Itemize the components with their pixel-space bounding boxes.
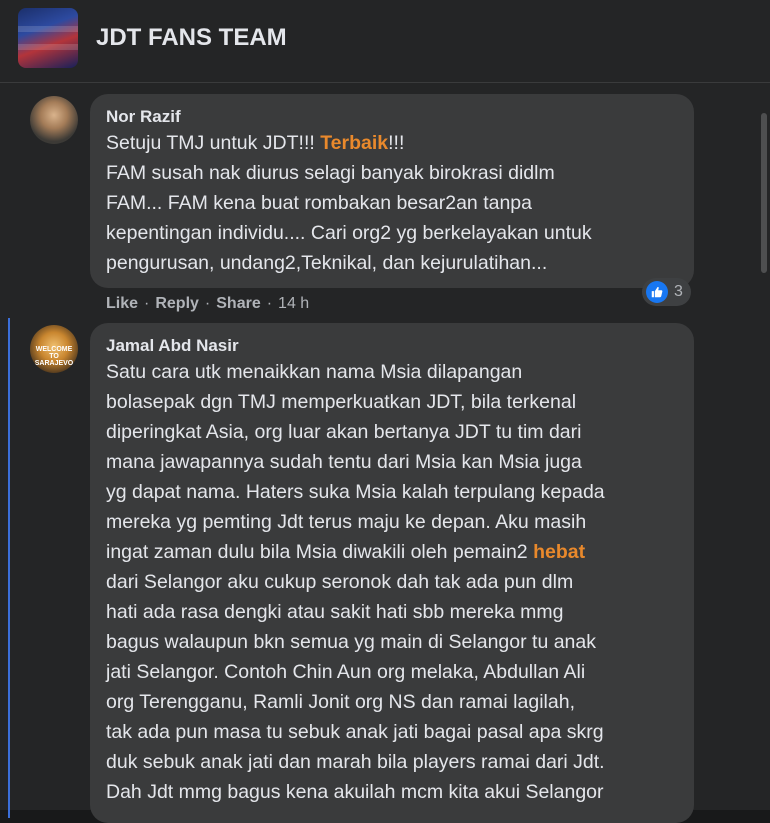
- comment-author[interactable]: Nor Razif: [106, 106, 678, 128]
- comment-line: mana jawapannya sudah tentu dari Msia ka…: [106, 447, 678, 477]
- comment-text-span: diperingkat Asia, org luar akan bertanya…: [106, 421, 582, 443]
- group-header: JDT FANS TEAM: [0, 0, 770, 83]
- like-thumb-icon: [646, 281, 668, 303]
- comment-line: bolasepak dgn TMJ memperkuatkan JDT, bil…: [106, 387, 678, 417]
- comment-timestamp[interactable]: 14 h: [278, 295, 309, 312]
- comment-text-span: !!!: [388, 132, 405, 154]
- avatar[interactable]: WELCOME TO SARAJEVO: [30, 325, 78, 373]
- scrollbar[interactable]: [758, 83, 770, 810]
- comment-bubble: Nor Razif Setuju TMJ untuk JDT!!! Terbai…: [90, 94, 694, 288]
- comment-line: Setuju TMJ untuk JDT!!! Terbaik!!!: [106, 128, 678, 158]
- comment-line: duk sebuk anak jati dan marah bila playe…: [106, 747, 678, 777]
- comment-text-span: hati ada rasa dengki atau sakit hati sbb…: [106, 601, 564, 623]
- comment-text-span: org Terengganu, Ramli Jonit org NS dan r…: [106, 691, 575, 713]
- comment-text-span: Setuju TMJ untuk JDT!!!: [106, 132, 321, 154]
- comment-line: mereka yg pemting Jdt terus maju ke depa…: [106, 507, 678, 537]
- comment-line: Dah Jdt mmg bagus kena akuilah mcm kita …: [106, 777, 678, 807]
- comment-line: yg dapat nama. Haters suka Msia kalah te…: [106, 477, 678, 507]
- comment-line: FAM... FAM kena buat rombakan besar2an t…: [106, 188, 678, 218]
- reply-thread-line: [8, 318, 10, 818]
- group-avatar[interactable]: [18, 8, 78, 68]
- avatar-caption: WELCOME TO SARAJEVO: [34, 346, 74, 367]
- comment-text-span: kepentingan individu.... Cari org2 yg be…: [106, 222, 592, 244]
- comment-line: tak ada pun masa tu sebuk anak jati baga…: [106, 717, 678, 747]
- comment-text-span: mereka yg pemting Jdt terus maju ke depa…: [106, 511, 587, 533]
- comment-text: Satu cara utk menaikkan nama Msia dilapa…: [106, 357, 678, 807]
- comment-bubble: Jamal Abd Nasir Satu cara utk menaikkan …: [90, 323, 694, 823]
- comment-text-span: bagus walaupun bkn semua yg main di Sela…: [106, 631, 596, 653]
- comment-text-span: bolasepak dgn TMJ memperkuatkan JDT, bil…: [106, 391, 577, 413]
- comment-line: org Terengganu, Ramli Jonit org NS dan r…: [106, 687, 678, 717]
- comment-text-span: Satu cara utk menaikkan nama Msia dilapa…: [106, 361, 523, 383]
- share-button[interactable]: Share: [216, 295, 260, 312]
- group-title[interactable]: JDT FANS TEAM: [96, 24, 287, 52]
- scrollbar-thumb[interactable]: [761, 113, 767, 273]
- comment-line: bagus walaupun bkn semua yg main di Sela…: [106, 627, 678, 657]
- comment-text: Setuju TMJ untuk JDT!!! Terbaik!!! FAM su…: [106, 128, 678, 278]
- reaction-count: 3: [674, 283, 683, 300]
- comment-text-span: Dah Jdt mmg bagus kena akuilah mcm kita …: [106, 781, 604, 803]
- comment-text-span: dari Selangor aku cukup seronok dah tak …: [106, 571, 574, 593]
- comment-line: Satu cara utk menaikkan nama Msia dilapa…: [106, 357, 678, 387]
- comment-text-span: duk sebuk anak jati dan marah bila playe…: [106, 751, 605, 773]
- comment-line: diperingkat Asia, org luar akan bertanya…: [106, 417, 678, 447]
- comment-line: dari Selangor aku cukup seronok dah tak …: [106, 567, 678, 597]
- comment-text-span: yg dapat nama. Haters suka Msia kalah te…: [106, 481, 605, 503]
- comment-line: ingat zaman dulu bila Msia diwakili oleh…: [106, 537, 678, 567]
- reply-button[interactable]: Reply: [155, 295, 199, 312]
- comment-author[interactable]: Jamal Abd Nasir: [106, 335, 678, 357]
- comment-line: kepentingan individu.... Cari org2 yg be…: [106, 218, 678, 248]
- highlighted-word[interactable]: hebat: [533, 541, 585, 563]
- comment-text-span: tak ada pun masa tu sebuk anak jati baga…: [106, 721, 604, 743]
- comment-line: hati ada rasa dengki atau sakit hati sbb…: [106, 597, 678, 627]
- comment-line: jati Selangor. Contoh Chin Aun org melak…: [106, 657, 678, 687]
- comment-text-span: jati Selangor. Contoh Chin Aun org melak…: [106, 661, 586, 683]
- avatar[interactable]: [30, 96, 78, 144]
- comment-actions: Like · Reply · Share · 14 h: [106, 295, 310, 312]
- comment-text-span: mana jawapannya sudah tentu dari Msia ka…: [106, 451, 582, 473]
- comment-line: FAM susah nak diurus selagi banyak birok…: [106, 158, 678, 188]
- comment-line: pengurusan, undang2,Teknikal, dan kejuru…: [106, 248, 678, 278]
- reaction-summary[interactable]: 3: [642, 278, 691, 306]
- comment-text-span: ingat zaman dulu bila Msia diwakili oleh…: [106, 541, 534, 563]
- comment-text-span: pengurusan, undang2,Teknikal, dan kejuru…: [106, 252, 548, 274]
- like-button[interactable]: Like: [106, 295, 138, 312]
- highlighted-word[interactable]: Terbaik: [320, 132, 388, 154]
- comment-text-span: FAM susah nak diurus selagi banyak birok…: [106, 162, 555, 184]
- comment-text-span: FAM... FAM kena buat rombakan besar2an t…: [106, 192, 532, 214]
